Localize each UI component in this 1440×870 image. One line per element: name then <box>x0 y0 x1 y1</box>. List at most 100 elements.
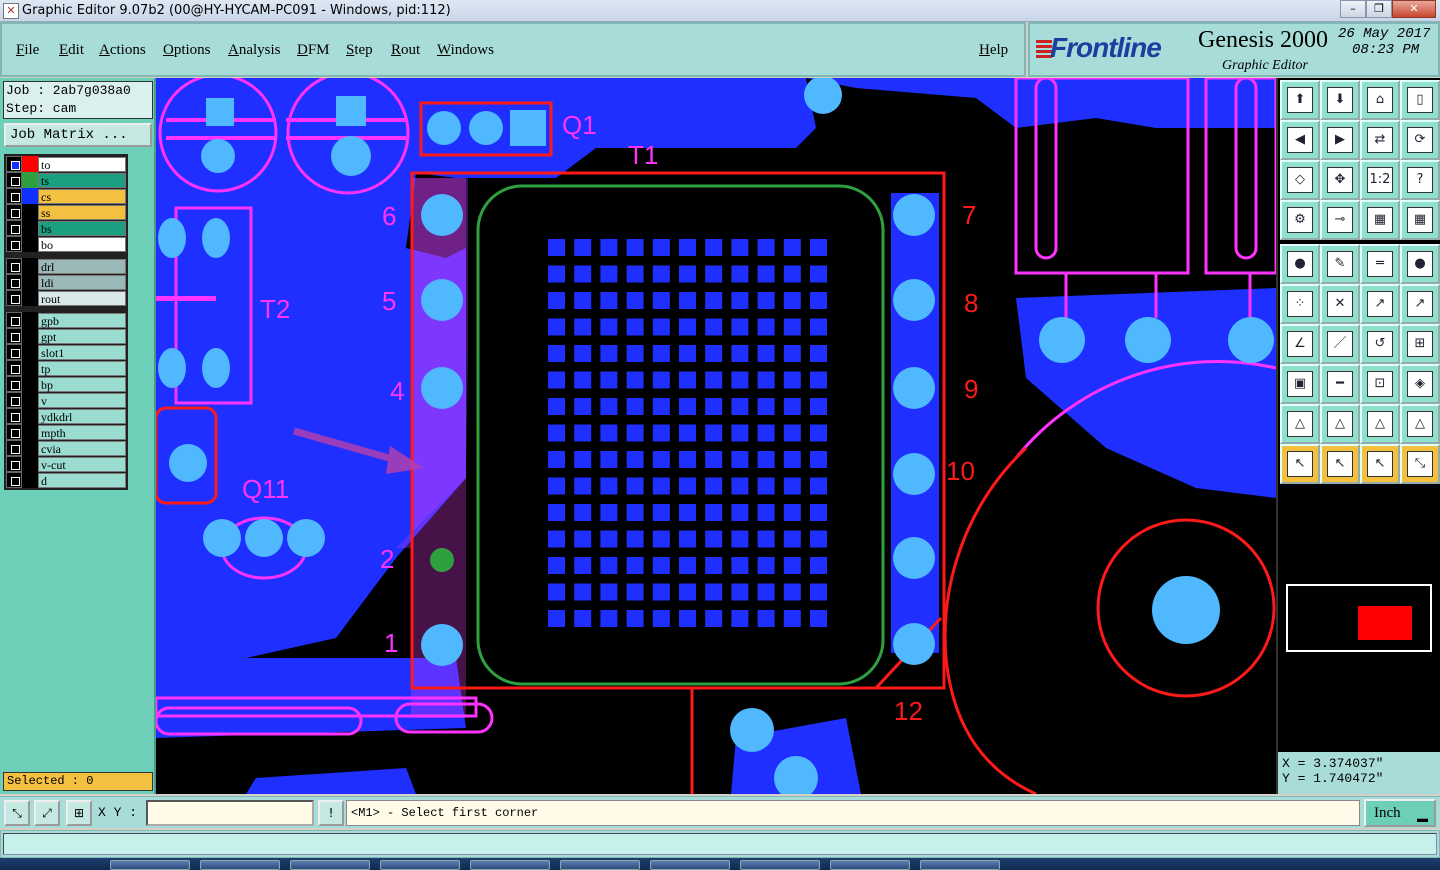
menu-actions[interactable]: Actions <box>99 42 146 59</box>
layer-name[interactable]: mpth <box>38 424 126 440</box>
layer-checkbox[interactable] <box>6 424 22 440</box>
tri-b-button[interactable]: △ <box>1320 404 1360 444</box>
select-button[interactable]: ↖ <box>1320 444 1360 484</box>
menu-rout[interactable]: Rout <box>391 42 420 59</box>
help-button[interactable]: ? <box>1400 160 1440 200</box>
layer-name[interactable]: slot1 <box>38 344 126 360</box>
taskbar-item[interactable] <box>650 860 730 870</box>
layer-checkbox[interactable] <box>6 156 22 172</box>
layer-checkbox[interactable] <box>6 188 22 204</box>
menu-step[interactable]: Step <box>346 42 373 59</box>
select-box-button[interactable]: ▣ <box>1280 364 1320 404</box>
tri-d-button[interactable]: △ <box>1400 404 1440 444</box>
layer-row-bp[interactable]: bp <box>6 376 126 392</box>
rotate-button[interactable]: ↖ <box>1360 444 1400 484</box>
undo-button[interactable]: ↺ <box>1360 324 1400 364</box>
layer-checkbox[interactable] <box>6 290 22 306</box>
layer-row-cvia[interactable]: cvia <box>6 440 126 456</box>
layer-color-swatch[interactable] <box>22 424 38 440</box>
layer-color-swatch[interactable] <box>22 172 38 188</box>
center-button[interactable]: ✥ <box>1320 160 1360 200</box>
layer-name[interactable]: ss <box>38 204 126 220</box>
grid-icon[interactable]: ⊞ <box>66 800 92 826</box>
ratio-button[interactable]: 1:2 <box>1360 160 1400 200</box>
layer-row-ldi[interactable]: ldi <box>6 274 126 290</box>
layer-checkbox[interactable] <box>6 472 22 488</box>
layer-row-v-cut[interactable]: v-cut <box>6 456 126 472</box>
dot-button[interactable]: ● <box>1400 244 1440 284</box>
layer-name[interactable]: ydkdrl <box>38 408 126 424</box>
layer-checkbox[interactable] <box>6 274 22 290</box>
layer-row-mpth[interactable]: mpth <box>6 424 126 440</box>
redraw-button[interactable]: ⟳ <box>1400 120 1440 160</box>
layer-checkbox[interactable] <box>6 440 22 456</box>
layer-checkbox[interactable] <box>6 392 22 408</box>
menu-help[interactable]: Help <box>979 42 1008 59</box>
layer-row-gpb[interactable]: gpb <box>6 312 126 328</box>
menu-file[interactable]: File <box>16 42 39 59</box>
layer-color-swatch[interactable] <box>22 290 38 306</box>
layer-checkbox[interactable] <box>6 344 22 360</box>
layer-name[interactable]: ts <box>38 172 126 188</box>
unit-select[interactable]: Inch ▬ <box>1364 799 1436 827</box>
menu-dfm[interactable]: DFM <box>297 42 330 59</box>
layer-row-bo[interactable]: bo <box>6 236 126 252</box>
layer-checkbox[interactable] <box>6 258 22 274</box>
layer-name[interactable]: tp <box>38 360 126 376</box>
net-button[interactable]: ⁘ <box>1280 284 1320 324</box>
layer-color-swatch[interactable] <box>22 156 38 172</box>
layer-color-swatch[interactable] <box>22 456 38 472</box>
layer-name[interactable]: gpt <box>38 328 126 344</box>
layer-checkbox[interactable] <box>6 172 22 188</box>
layer-checkbox[interactable] <box>6 312 22 328</box>
layer-color-swatch[interactable] <box>22 274 38 290</box>
snap-button[interactable]: ⊸ <box>1320 200 1360 240</box>
resize-button[interactable]: ⊡ <box>1360 364 1400 404</box>
job-matrix-button[interactable]: Job Matrix ... <box>4 123 152 147</box>
layer-checkbox[interactable] <box>6 204 22 220</box>
feature-button[interactable]: ⊞ <box>1400 324 1440 364</box>
layer-row-ydkdrl[interactable]: ydkdrl <box>6 408 126 424</box>
pad-button[interactable]: ● <box>1280 244 1320 284</box>
line-button[interactable]: ∠ <box>1280 324 1320 364</box>
layer-row-d[interactable]: d <box>6 472 126 488</box>
pan-left-button[interactable]: ◀ <box>1280 120 1320 160</box>
layer-row-slot1[interactable]: slot1 <box>6 344 126 360</box>
layer-color-swatch[interactable] <box>22 440 38 456</box>
taskbar-item[interactable] <box>830 860 910 870</box>
overview-map[interactable] <box>1286 584 1432 652</box>
layer-color-swatch[interactable] <box>22 258 38 274</box>
route-button[interactable]: ⤡ <box>1400 444 1440 484</box>
layer-checkbox[interactable] <box>6 376 22 392</box>
layer-name[interactable]: cs <box>38 188 126 204</box>
layer-color-swatch[interactable] <box>22 344 38 360</box>
layer-row-ss[interactable]: ss <box>6 204 126 220</box>
taskbar-item[interactable] <box>110 860 190 870</box>
pcb-drawing[interactable]: Q1 T1 T2 Q11 6 5 4 2 1 7 8 9 10 12 <box>156 78 1276 794</box>
menu-windows[interactable]: Windows <box>437 42 494 59</box>
layer-row-rout[interactable]: rout <box>6 290 126 306</box>
zoom-in-button[interactable]: ⬆ <box>1280 80 1320 120</box>
pointer-button[interactable]: ↖ <box>1280 444 1320 484</box>
home-button[interactable]: ⌂ <box>1360 80 1400 120</box>
move-button[interactable]: ↗ <box>1360 284 1400 324</box>
fit-button[interactable]: ◇ <box>1280 160 1320 200</box>
layer-name[interactable]: cvia <box>38 440 126 456</box>
layer-checkbox[interactable] <box>6 456 22 472</box>
layer-row-gpt[interactable]: gpt <box>6 328 126 344</box>
taskbar-item[interactable] <box>560 860 640 870</box>
copy-button[interactable]: ↗ <box>1400 284 1440 324</box>
layer-color-swatch[interactable] <box>22 408 38 424</box>
menu-options[interactable]: Options <box>163 42 211 59</box>
layer-name[interactable]: bp <box>38 376 126 392</box>
layer-name[interactable]: rout <box>38 290 126 306</box>
tri-c-button[interactable]: △ <box>1360 404 1400 444</box>
layer-color-swatch[interactable] <box>22 376 38 392</box>
layer-name[interactable]: bo <box>38 236 126 252</box>
layer-name[interactable]: d <box>38 472 126 488</box>
layer-name[interactable]: v <box>38 392 126 408</box>
measure-area-icon[interactable]: ⤢ <box>34 800 60 826</box>
layer-checkbox[interactable] <box>6 236 22 252</box>
layer-row-cs[interactable]: cs <box>6 188 126 204</box>
maximize-button[interactable]: ❐ <box>1366 0 1392 18</box>
